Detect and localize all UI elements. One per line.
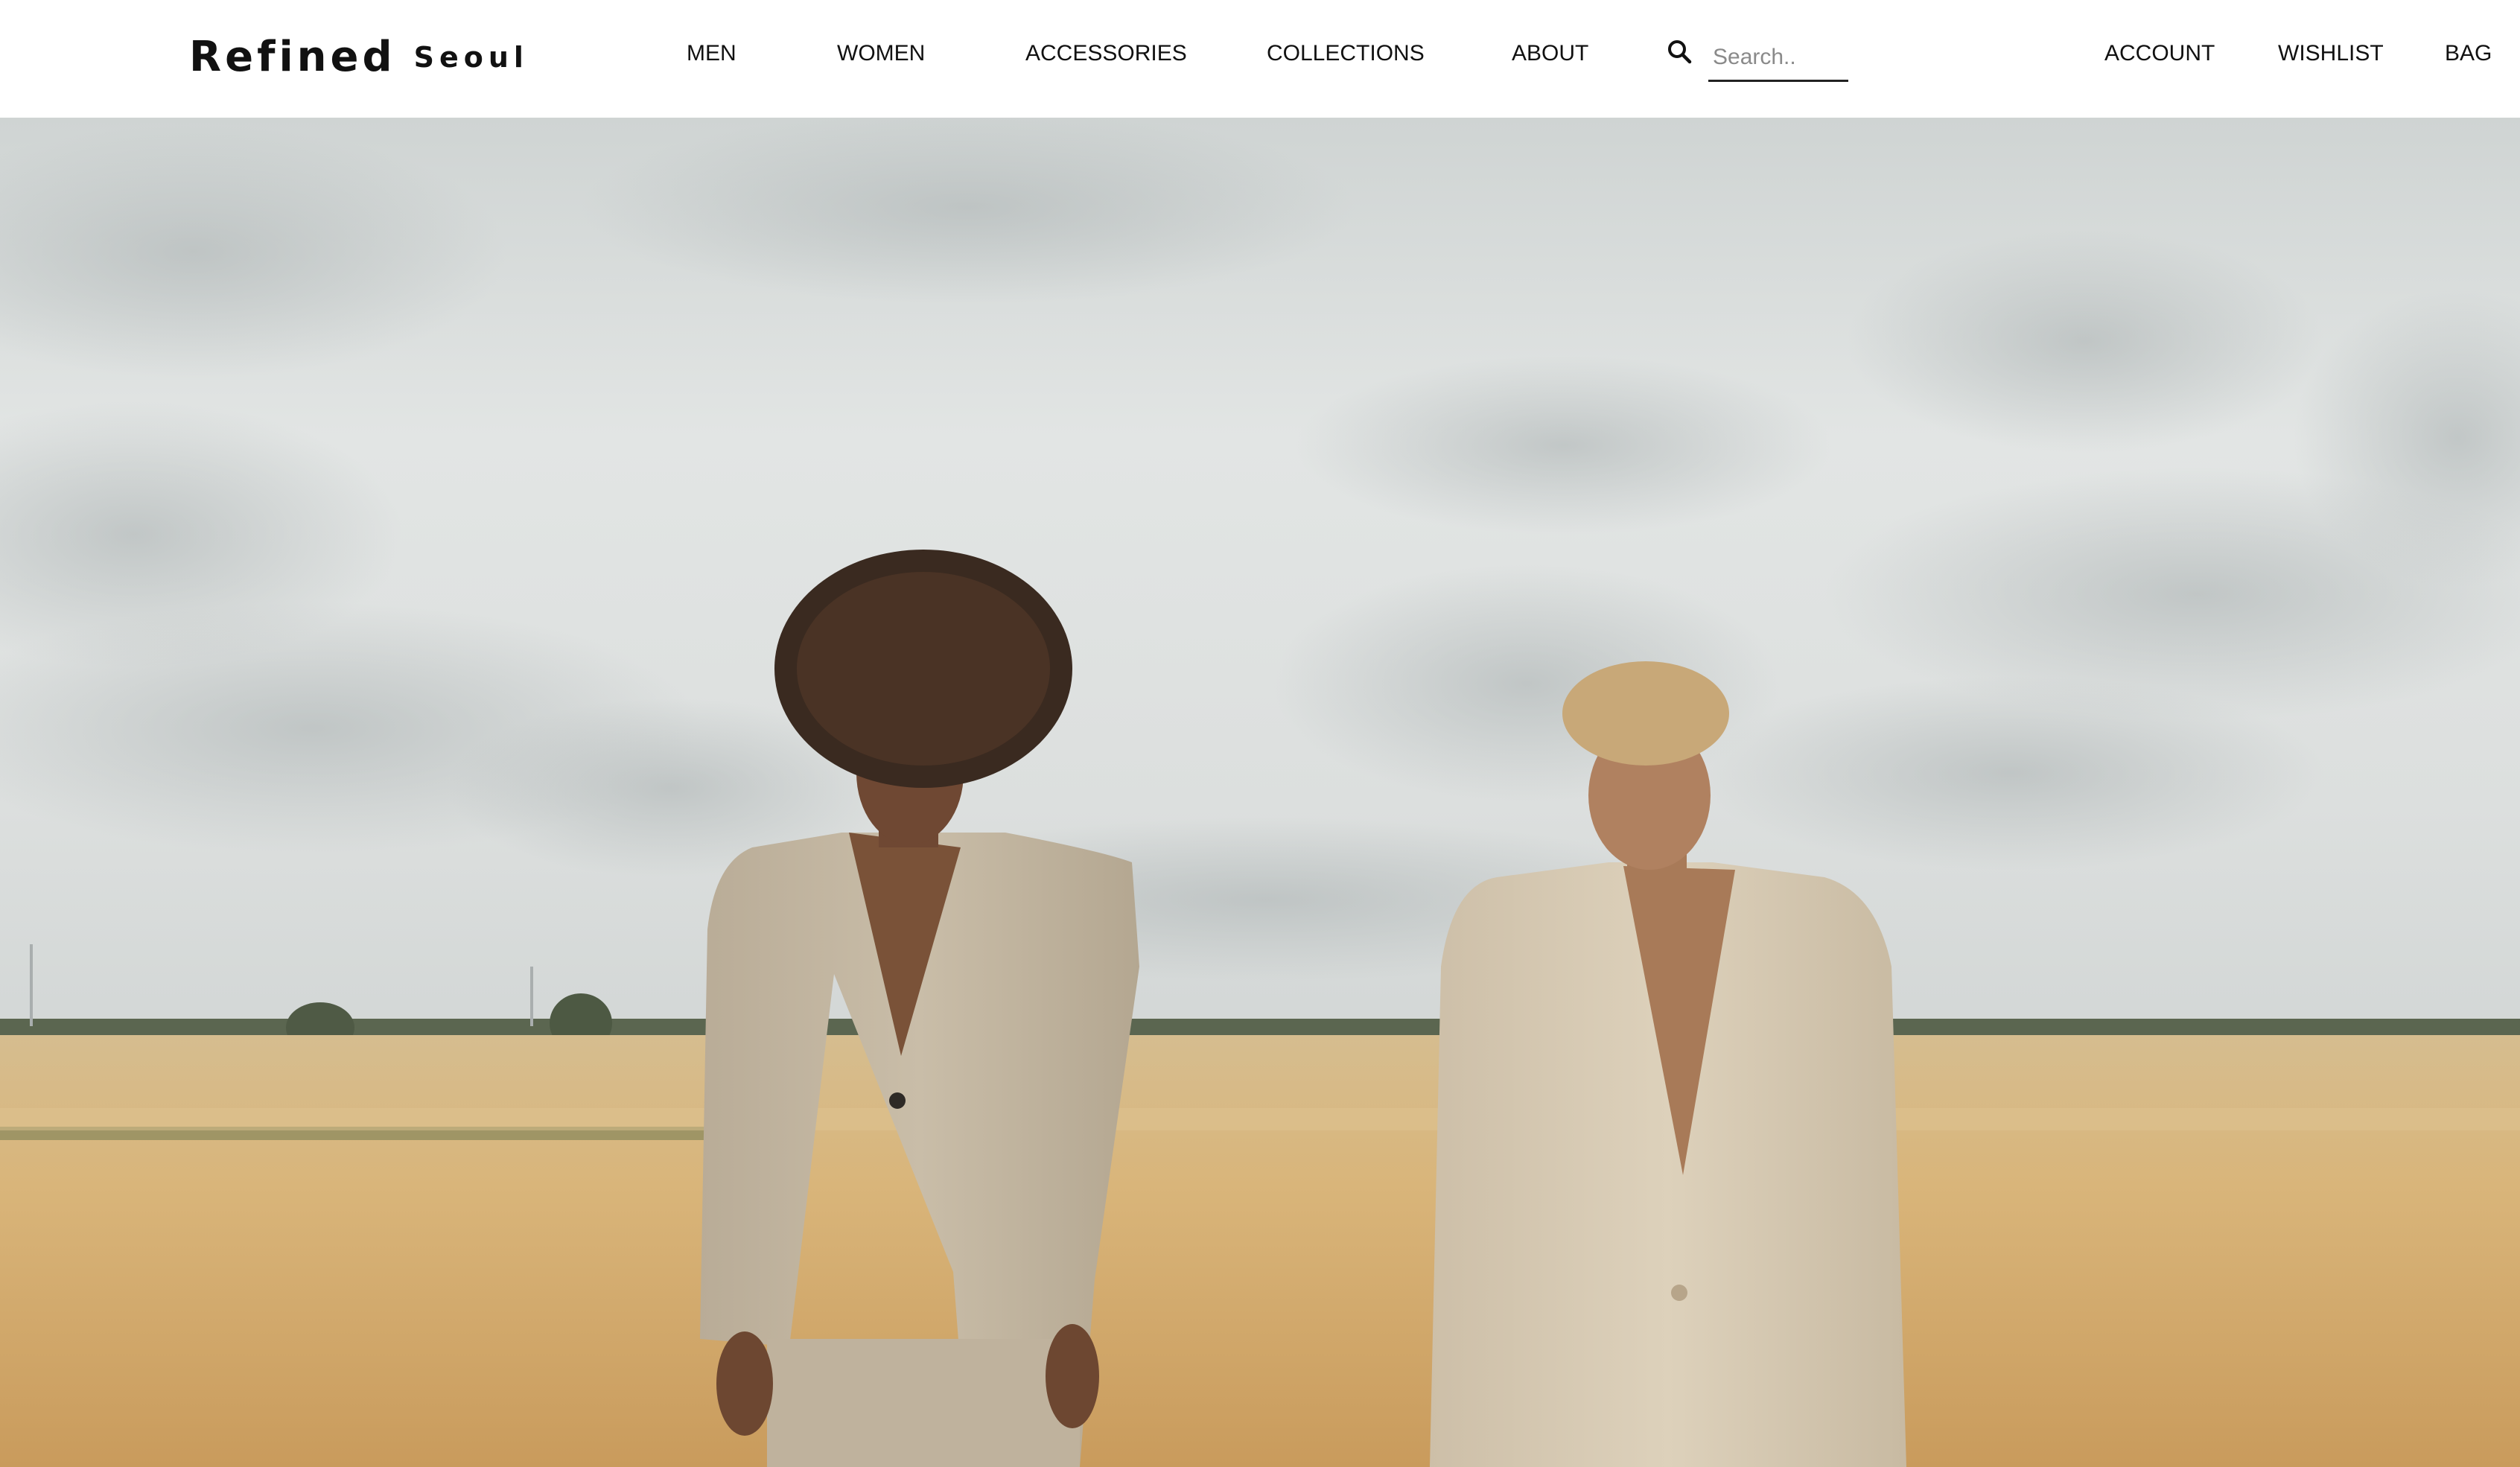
account-link[interactable]: ACCOUNT xyxy=(2104,39,2215,69)
brand-name: Refined xyxy=(189,32,396,81)
brand-city: Seoul xyxy=(413,41,529,74)
bag-link[interactable]: BAG xyxy=(2445,39,2492,69)
hero-banner xyxy=(0,118,2520,1467)
nav-item-about[interactable]: ABOUT xyxy=(1512,39,1588,69)
hero-image xyxy=(0,118,2520,1467)
search-icon[interactable] xyxy=(1665,37,1695,67)
nav-item-men[interactable]: MEN xyxy=(687,39,736,69)
site-header: Refined Seoul MEN WOMEN ACCESSORIES COLL… xyxy=(0,0,2520,118)
nav-item-women[interactable]: WOMEN xyxy=(837,39,925,69)
search-input[interactable] xyxy=(1708,34,1848,82)
nav-item-collections[interactable]: COLLECTIONS xyxy=(1267,39,1425,69)
nav-item-accessories[interactable]: ACCESSORIES xyxy=(1025,39,1187,69)
brand-logo[interactable]: Refined Seoul xyxy=(189,27,529,86)
wishlist-link[interactable]: WISHLIST xyxy=(2278,39,2384,69)
